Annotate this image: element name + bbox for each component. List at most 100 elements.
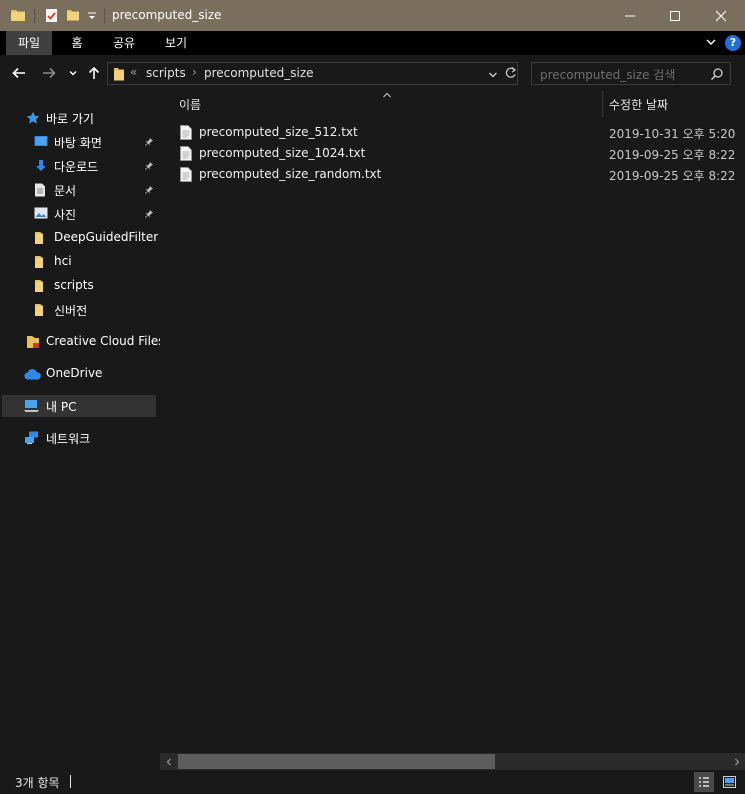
tab-view[interactable]: 보기 bbox=[156, 31, 196, 55]
folder-icon bbox=[34, 231, 44, 248]
sidebar-item-label: 문서 bbox=[54, 184, 77, 198]
sidebar-item-desktop[interactable]: 바탕 화면 bbox=[2, 131, 156, 153]
up-button[interactable] bbox=[85, 64, 103, 82]
title-separator bbox=[34, 9, 35, 23]
ribbon-expand-icon[interactable] bbox=[704, 35, 718, 49]
documents-icon bbox=[34, 183, 46, 200]
folder-icon bbox=[34, 279, 44, 296]
cloud-icon bbox=[24, 369, 42, 383]
overflow-chevron[interactable]: « bbox=[130, 65, 137, 79]
details-view-button[interactable] bbox=[694, 772, 714, 792]
text-file-icon bbox=[180, 167, 192, 185]
text-file-icon bbox=[180, 146, 192, 164]
sidebar-item-deepguidedfiltering[interactable]: DeepGuidedFiltering bbox=[2, 227, 158, 249]
sidebar-item-label: 사진 bbox=[54, 208, 77, 222]
help-button[interactable]: ? bbox=[725, 35, 741, 51]
breadcrumb-separator[interactable]: › bbox=[192, 65, 197, 79]
breadcrumb-current[interactable]: precomputed_size bbox=[204, 66, 314, 80]
forward-button[interactable] bbox=[40, 64, 58, 82]
forward-arrow-icon bbox=[43, 67, 56, 79]
status-bar: 3개 항목 bbox=[0, 770, 745, 794]
column-header-name[interactable]: 이름 bbox=[179, 96, 201, 113]
text-file-icon bbox=[180, 125, 192, 143]
customize-toolbar-icon[interactable] bbox=[87, 10, 97, 24]
folder-icon bbox=[10, 8, 26, 25]
item-count: 3개 항목 bbox=[15, 776, 60, 790]
file-row[interactable]: precomputed_size_random.txt 2019-09-25 오… bbox=[176, 164, 745, 185]
sidebar-item-new-version[interactable]: 신버전 bbox=[2, 299, 156, 321]
sidebar-item-label: 다운로드 bbox=[54, 160, 99, 174]
network-icon bbox=[24, 431, 40, 448]
sidebar-item-label: OneDrive bbox=[46, 366, 103, 380]
folder-icon bbox=[34, 303, 44, 320]
properties-icon[interactable] bbox=[44, 8, 59, 26]
file-row[interactable]: precomputed_size_1024.txt 2019-09-25 오후 … bbox=[176, 143, 745, 164]
search-placeholder: precomputed_size 검색 bbox=[540, 68, 676, 82]
file-name: precomputed_size_512.txt bbox=[199, 125, 358, 139]
search-icon[interactable] bbox=[710, 67, 724, 84]
title-separator bbox=[104, 9, 105, 23]
folder-icon bbox=[34, 255, 44, 272]
tab-home[interactable]: 홈 bbox=[60, 31, 94, 55]
back-button[interactable] bbox=[10, 64, 28, 82]
sidebar-item-quick-access[interactable]: 바로 가기 bbox=[2, 107, 156, 129]
sidebar-item-label: 신버전 bbox=[54, 304, 88, 318]
tab-share[interactable]: 공유 bbox=[104, 31, 144, 55]
refresh-icon[interactable] bbox=[504, 66, 517, 83]
sidebar-item-label: scripts bbox=[54, 278, 94, 292]
download-icon bbox=[34, 159, 48, 176]
sidebar-item-documents[interactable]: 문서 bbox=[2, 179, 156, 201]
tab-file[interactable]: 파일 bbox=[6, 31, 52, 55]
sidebar-item-label: hci bbox=[54, 254, 72, 268]
sidebar-item-downloads[interactable]: 다운로드 bbox=[2, 155, 156, 177]
scrollbar-thumb[interactable] bbox=[178, 754, 495, 769]
scroll-left-icon bbox=[166, 758, 171, 765]
minimize-button[interactable] bbox=[607, 0, 653, 31]
sidebar-item-hci[interactable]: hci bbox=[2, 251, 156, 273]
computer-icon bbox=[24, 399, 40, 416]
star-icon bbox=[26, 111, 40, 128]
sidebar-item-this-pc[interactable]: 내 PC bbox=[2, 395, 156, 417]
sidebar-item-onedrive[interactable]: OneDrive bbox=[2, 363, 156, 385]
pin-icon[interactable] bbox=[144, 160, 154, 174]
sidebar-item-scripts[interactable]: scripts bbox=[2, 275, 156, 297]
search-input[interactable]: precomputed_size 검색 bbox=[531, 62, 731, 85]
sidebar-item-label: 네트워크 bbox=[46, 432, 91, 446]
large-icons-view-icon bbox=[722, 776, 736, 788]
sidebar-item-creative-cloud[interactable]: Creative Cloud Files bbox=[2, 331, 165, 353]
file-modified-date: 2019-09-25 오후 8:22 bbox=[609, 148, 736, 162]
file-row[interactable]: precomputed_size_512.txt 2019-10-31 오후 5… bbox=[176, 122, 745, 143]
file-name: precomputed_size_random.txt bbox=[199, 167, 382, 181]
sidebar-item-pictures[interactable]: 사진 bbox=[2, 203, 156, 225]
creative-cloud-folder-icon bbox=[26, 335, 40, 352]
pin-icon[interactable] bbox=[144, 184, 154, 198]
close-button[interactable] bbox=[698, 0, 744, 31]
large-icons-view-button[interactable] bbox=[719, 772, 739, 792]
sidebar-item-label: 바로 가기 bbox=[46, 112, 94, 126]
scroll-right-icon bbox=[734, 758, 739, 765]
sidebar-item-network[interactable]: 네트워크 bbox=[2, 427, 156, 449]
new-folder-icon[interactable] bbox=[66, 8, 80, 25]
pictures-icon bbox=[34, 207, 48, 222]
back-arrow-icon bbox=[12, 67, 25, 79]
column-header-date-modified[interactable]: 수정한 날짜 bbox=[609, 96, 668, 113]
folder-icon bbox=[113, 67, 125, 84]
scroll-left-button[interactable] bbox=[160, 753, 177, 770]
up-arrow-icon bbox=[88, 66, 100, 79]
navigation-bar: « scripts › precomputed_size precomputed… bbox=[0, 55, 745, 91]
horizontal-scrollbar[interactable] bbox=[160, 753, 745, 770]
pin-icon[interactable] bbox=[144, 208, 154, 222]
column-divider[interactable] bbox=[602, 91, 603, 117]
chevron-down-icon bbox=[69, 71, 77, 76]
maximize-button[interactable] bbox=[652, 0, 698, 31]
file-list: 이름 수정한 날짜 precomputed_size_512.txt 2019-… bbox=[160, 91, 745, 753]
scroll-right-button[interactable] bbox=[728, 753, 745, 770]
address-bar[interactable]: « scripts › precomputed_size bbox=[107, 62, 518, 85]
window-title: precomputed_size bbox=[112, 8, 222, 22]
sidebar-item-label: Creative Cloud Files bbox=[46, 334, 165, 348]
title-bar: precomputed_size bbox=[0, 0, 745, 31]
pin-icon[interactable] bbox=[144, 136, 154, 150]
recent-locations-button[interactable] bbox=[64, 64, 82, 82]
breadcrumb-scripts[interactable]: scripts bbox=[146, 66, 186, 80]
address-dropdown-icon[interactable] bbox=[488, 69, 498, 83]
